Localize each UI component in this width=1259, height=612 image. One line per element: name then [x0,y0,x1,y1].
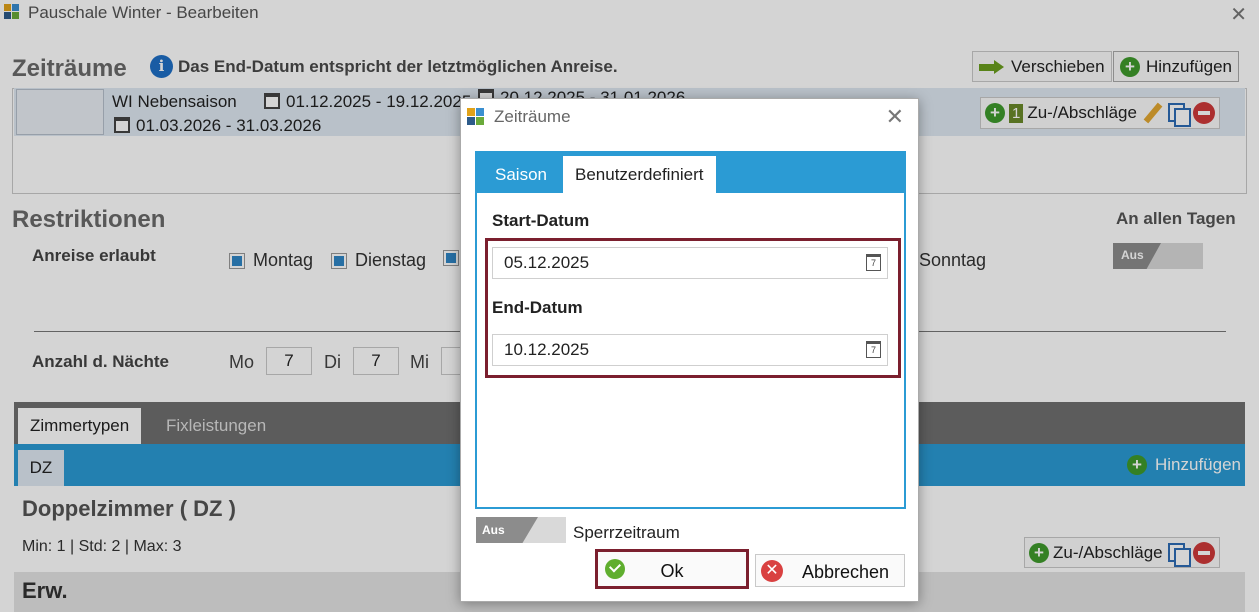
highlight-frame [485,238,901,378]
close-icon[interactable]: ✕ [886,104,904,130]
cancel-icon: ✕ [761,560,783,582]
sperrzeitraum-label: Sperrzeitraum [573,523,680,542]
dialog-tabs: Saison Benutzerdefiniert [477,153,904,193]
tab-saison[interactable]: Saison [483,156,559,193]
cancel-button[interactable]: ✕ Abbrechen [755,554,905,587]
zeitraeume-dialog: Zeiträume ✕ Saison Benutzerdefiniert Sta… [460,98,919,602]
start-date-label: Start-Datum [492,211,590,230]
tab-benutzerdefiniert[interactable]: Benutzerdefiniert [563,156,716,193]
ok-button[interactable]: Ok [595,549,749,589]
cancel-label: Abbrechen [802,562,890,582]
toggle-knob: Aus [476,517,538,543]
dialog-title: Zeiträume [494,107,571,126]
ok-label: Ok [660,561,684,581]
sperrzeitraum-toggle[interactable]: Aus [476,517,566,543]
app-logo-icon [467,108,485,126]
